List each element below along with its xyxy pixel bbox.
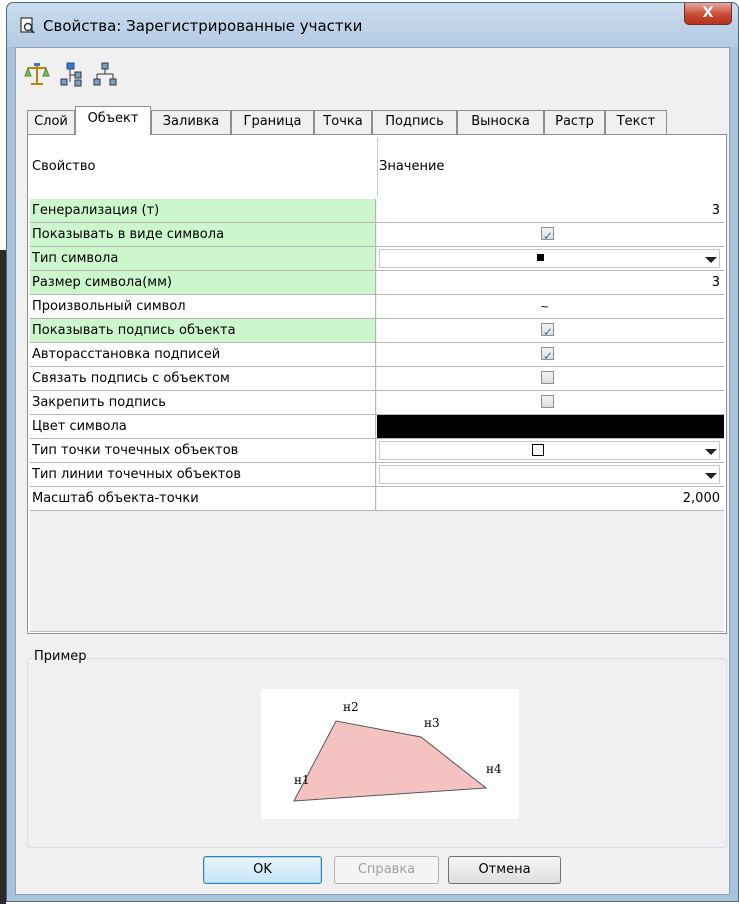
dropdown-arrow-icon[interactable] bbox=[705, 449, 717, 455]
tree-expand-icon[interactable] bbox=[58, 60, 84, 88]
value-cell bbox=[377, 391, 724, 414]
dropdown-arrow-icon[interactable] bbox=[705, 473, 717, 479]
tab-layer[interactable]: Слой bbox=[27, 110, 75, 134]
title-bar[interactable]: Свойства: Зарегистрированные участки X bbox=[7, 3, 738, 47]
property-name: Цвет символа bbox=[30, 415, 376, 438]
show-as-symbol-checkbox[interactable] bbox=[541, 225, 554, 248]
row-generalization[interactable]: Генерализация (т) 3 bbox=[30, 199, 724, 223]
tab-object[interactable]: Объект bbox=[75, 106, 151, 135]
window-title: Свойства: Зарегистрированные участки bbox=[43, 17, 363, 35]
row-point-type[interactable]: Тип точки точечных объектов bbox=[30, 439, 724, 463]
tab-raster[interactable]: Растр bbox=[544, 110, 605, 134]
point-type-select[interactable] bbox=[379, 441, 720, 460]
example-group: Пример н1 н2 н3 н4 bbox=[27, 649, 727, 848]
tab-border[interactable]: Граница bbox=[231, 110, 314, 134]
value-cell bbox=[377, 319, 724, 344]
point-label: н3 bbox=[424, 716, 440, 730]
tab-panel-object: Свойство Значение Генерализация (т) 3 По… bbox=[27, 134, 727, 634]
value-cell bbox=[377, 343, 724, 368]
close-button[interactable]: X bbox=[684, 3, 732, 25]
property-name: Тип точки точечных объектов bbox=[30, 439, 376, 462]
tab-caption[interactable]: Подпись bbox=[372, 110, 457, 134]
row-point-scale[interactable]: Масштаб объекта-точки 2,000 bbox=[30, 487, 724, 511]
tab-text[interactable]: Текст bbox=[605, 110, 667, 134]
row-line-type[interactable]: Тип линии точечных объектов bbox=[30, 463, 724, 487]
tab-fill[interactable]: Заливка bbox=[151, 110, 231, 134]
ok-button[interactable]: OK bbox=[203, 856, 322, 884]
row-auto-placement[interactable]: Авторасстановка подписей bbox=[30, 343, 724, 368]
header-property[interactable]: Свойство bbox=[30, 137, 376, 197]
property-name: Масштаб объекта-точки bbox=[30, 487, 376, 510]
pin-caption-checkbox[interactable] bbox=[541, 395, 554, 408]
row-pin-caption[interactable]: Закрепить подпись bbox=[30, 391, 724, 415]
point-label: н2 bbox=[343, 700, 359, 714]
property-grid: Свойство Значение Генерализация (т) 3 По… bbox=[30, 137, 724, 632]
property-name: Авторасстановка подписей bbox=[30, 343, 376, 366]
point-label: н1 bbox=[294, 773, 310, 787]
tree-structure-icon[interactable] bbox=[92, 60, 118, 88]
row-custom-symbol[interactable]: Произвольный символ ~ bbox=[30, 295, 724, 319]
filled-square-icon bbox=[537, 254, 544, 261]
dialog-client: Слой Объект Заливка Граница Точка Подпис… bbox=[15, 47, 730, 895]
grid-header: Свойство Значение bbox=[30, 137, 724, 199]
document-search-icon bbox=[20, 17, 35, 34]
value-cell bbox=[377, 367, 724, 390]
cancel-button[interactable]: Отмена bbox=[448, 856, 561, 884]
value-cell bbox=[377, 439, 724, 462]
example-label: Пример bbox=[32, 649, 89, 664]
scales-icon[interactable] bbox=[24, 60, 50, 88]
property-name: Генерализация (т) bbox=[30, 199, 376, 222]
value-cell bbox=[377, 247, 724, 270]
property-name: Закрепить подпись bbox=[30, 391, 376, 414]
row-symbol-type[interactable]: Тип символа bbox=[30, 247, 724, 271]
tab-point[interactable]: Точка bbox=[314, 110, 372, 134]
value-field[interactable]: 3 bbox=[377, 271, 724, 294]
row-symbol-size[interactable]: Размер символа(мм) 3 bbox=[30, 271, 724, 295]
help-button[interactable]: Справка bbox=[334, 856, 439, 884]
example-preview: н1 н2 н3 н4 bbox=[261, 689, 519, 819]
point-label: н4 bbox=[486, 762, 502, 776]
row-show-as-symbol[interactable]: Показывать в виде символа bbox=[30, 223, 724, 248]
value-cell[interactable]: ~ bbox=[377, 295, 724, 318]
row-link-caption[interactable]: Связать подпись с объектом bbox=[30, 367, 724, 391]
header-value[interactable]: Значение bbox=[377, 137, 724, 197]
empty-square-icon bbox=[532, 444, 544, 456]
value-cell bbox=[377, 223, 724, 248]
symbol-type-select[interactable] bbox=[379, 249, 720, 268]
value-field[interactable]: 3 bbox=[377, 199, 724, 222]
symbol-color-swatch[interactable] bbox=[377, 415, 724, 438]
polygon-preview: н1 н2 н3 н4 bbox=[293, 700, 502, 802]
row-symbol-color[interactable]: Цвет символа bbox=[30, 415, 724, 439]
custom-symbol-value: ~ bbox=[540, 300, 550, 313]
row-show-caption[interactable]: Показывать подпись объекта bbox=[30, 319, 724, 344]
show-caption-checkbox[interactable] bbox=[541, 321, 554, 344]
dropdown-arrow-icon[interactable] bbox=[705, 257, 717, 263]
property-name: Связать подпись с объектом bbox=[30, 367, 376, 390]
properties-dialog: Свойства: Зарегистрированные участки X С… bbox=[6, 2, 739, 902]
value-cell bbox=[377, 415, 724, 438]
property-name: Тип символа bbox=[30, 247, 376, 270]
property-name: Показывать подпись объекта bbox=[30, 319, 376, 342]
property-name: Показывать в виде символа bbox=[30, 223, 376, 246]
auto-placement-checkbox[interactable] bbox=[541, 345, 554, 368]
value-field[interactable]: 2,000 bbox=[377, 487, 724, 510]
tab-callout[interactable]: Выноска bbox=[457, 110, 544, 134]
line-type-select[interactable] bbox=[379, 465, 720, 484]
property-name: Тип линии точечных объектов bbox=[30, 463, 376, 486]
property-name: Размер символа(мм) bbox=[30, 271, 376, 294]
link-caption-checkbox[interactable] bbox=[541, 371, 554, 384]
property-name: Произвольный символ bbox=[30, 295, 376, 318]
value-cell bbox=[377, 463, 724, 486]
